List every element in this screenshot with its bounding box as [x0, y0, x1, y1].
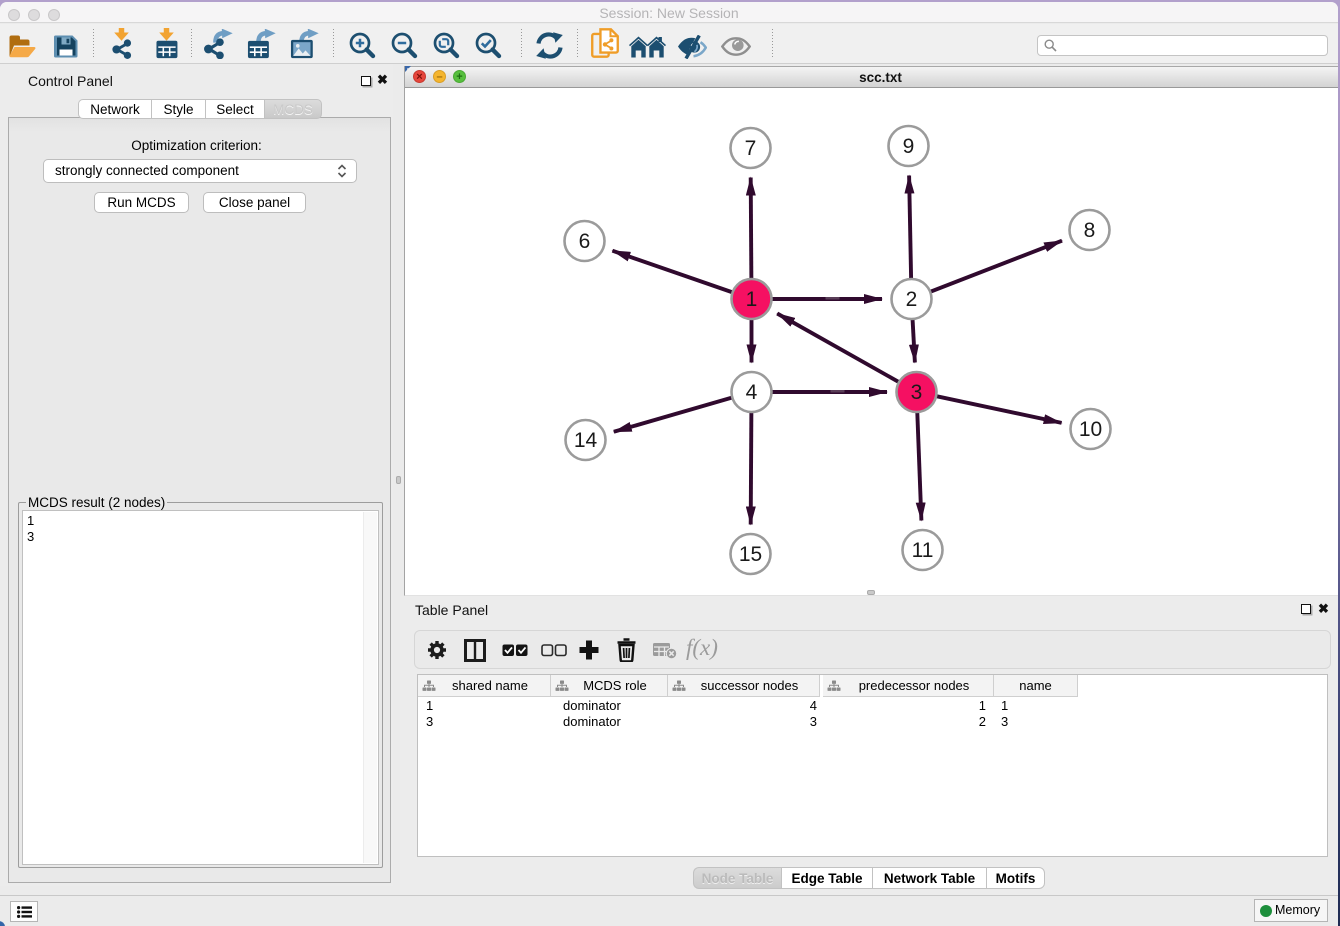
svg-text:9: 9 — [903, 135, 915, 158]
svg-text:8: 8 — [1084, 219, 1096, 242]
svg-text:11: 11 — [912, 539, 934, 562]
svg-text:3: 3 — [911, 381, 923, 404]
svg-text:10: 10 — [1079, 418, 1102, 441]
svg-text:7: 7 — [745, 137, 757, 160]
svg-text:6: 6 — [579, 230, 591, 253]
svg-text:14: 14 — [574, 429, 598, 452]
svg-text:15: 15 — [739, 543, 762, 566]
svg-text:1: 1 — [746, 288, 758, 311]
svg-text:4: 4 — [746, 381, 758, 404]
svg-text:2: 2 — [906, 288, 918, 311]
